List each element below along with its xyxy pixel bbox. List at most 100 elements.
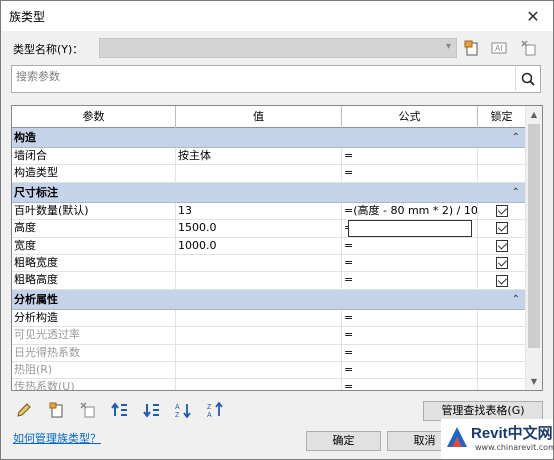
delete-type-icon[interactable] xyxy=(519,38,539,58)
parameter-row[interactable]: 传热系数(U) = xyxy=(12,379,526,390)
parameter-value[interactable] xyxy=(176,344,342,361)
grid-body: 构造 ⌃ 墙闭合 按主体 = 构造类型 = 尺寸标注 ⌃ 百叶数量(默认) 13 =(高度 - 80 … xyxy=(12,128,526,390)
parameter-formula[interactable]: = xyxy=(342,148,478,165)
new-parameter-icon[interactable] xyxy=(45,399,67,421)
lock-checkbox[interactable] xyxy=(495,239,508,252)
group-header[interactable]: 分析属性 ⌃ xyxy=(12,289,526,310)
rename-type-icon[interactable]: AI xyxy=(489,38,509,58)
collapse-chevron-icon[interactable]: ⌃ xyxy=(512,183,520,202)
svg-text:A: A xyxy=(175,404,180,411)
svg-text:Z: Z xyxy=(175,412,180,418)
parameter-name: 分析构造 xyxy=(12,309,176,327)
parameter-row[interactable]: 日光得热系数 = xyxy=(12,344,526,362)
parameter-formula[interactable]: = xyxy=(342,165,478,182)
svg-text:A: A xyxy=(207,412,212,418)
collapse-chevron-icon[interactable]: ⌃ xyxy=(512,290,520,309)
group-header[interactable]: 构造 ⌃ xyxy=(12,128,526,148)
formula-text: = xyxy=(344,328,354,342)
move-down-icon[interactable] xyxy=(141,399,163,421)
sort-ascending-icon[interactable]: AZ xyxy=(173,399,195,421)
formula-text: = xyxy=(344,362,354,376)
svg-text:AI: AI xyxy=(495,44,503,53)
manage-lookup-tables-button[interactable]: 管理查找表格(G) xyxy=(423,401,543,421)
parameter-formula[interactable]: = xyxy=(342,309,478,327)
lock-cell xyxy=(478,254,526,272)
parameter-name: 粗略高度 xyxy=(12,272,176,289)
group-name: 尺寸标注 xyxy=(14,185,58,199)
parameter-value[interactable]: 按主体 xyxy=(176,148,342,165)
parameter-row[interactable]: 热阻(R) = xyxy=(12,361,526,380)
parameter-value[interactable] xyxy=(176,254,342,272)
lock-cell xyxy=(478,237,526,254)
formula-edit-field[interactable] xyxy=(348,220,472,237)
parameter-formula[interactable]: = xyxy=(342,220,478,237)
parameter-formula[interactable]: = xyxy=(342,344,478,361)
parameter-value[interactable] xyxy=(176,379,342,390)
scroll-up-icon[interactable]: ▲ xyxy=(526,106,542,123)
parameter-formula[interactable]: = xyxy=(342,361,478,379)
search-parameters-input[interactable]: 搜索参数 xyxy=(11,65,541,93)
vertical-scrollbar[interactable]: ▲ ▼ xyxy=(525,106,542,390)
watermark-brand: Revit中文网 xyxy=(471,425,553,442)
scroll-thumb[interactable] xyxy=(528,124,540,348)
parameter-formula[interactable]: = xyxy=(342,379,478,390)
parameter-value[interactable] xyxy=(176,361,342,379)
lock-checkbox[interactable] xyxy=(495,257,508,270)
parameter-value[interactable]: 1000.0 xyxy=(176,237,342,254)
edit-parameter-icon[interactable] xyxy=(13,399,35,421)
parameter-row[interactable]: 构造类型 = xyxy=(12,165,526,183)
lock-cell xyxy=(478,379,526,390)
parameter-formula[interactable]: = xyxy=(342,254,478,272)
parameter-row[interactable]: 百叶数量(默认) 13 =(高度 - 80 mm * 2) / 100 xyxy=(12,202,526,221)
new-type-icon[interactable] xyxy=(461,38,481,58)
header-parameter[interactable]: 参数 xyxy=(12,106,176,128)
formula-text: = xyxy=(344,273,354,287)
parameter-name: 高度 xyxy=(12,220,176,237)
parameter-row[interactable]: 可见光透过率 = xyxy=(12,327,526,345)
collapse-chevron-icon[interactable]: ⌃ xyxy=(512,128,520,147)
scroll-down-icon[interactable]: ▼ xyxy=(526,373,542,390)
dialog-title: 族类型 xyxy=(9,9,46,24)
watermark-site: www.chinarevit.com xyxy=(475,443,554,452)
sort-descending-icon[interactable]: ZA xyxy=(205,399,227,421)
group-name: 构造 xyxy=(14,131,36,144)
move-up-icon[interactable] xyxy=(109,399,131,421)
header-formula[interactable]: 公式 xyxy=(342,106,478,128)
parameter-row[interactable]: 分析构造 = xyxy=(12,309,526,328)
parameter-row[interactable]: 粗略宽度 = xyxy=(12,254,526,273)
lock-cell xyxy=(478,327,526,344)
lock-cell xyxy=(478,148,526,165)
lock-cell xyxy=(478,309,526,327)
parameter-row[interactable]: 粗略高度 = xyxy=(12,272,526,290)
delete-parameter-icon[interactable] xyxy=(77,399,99,421)
parameter-value[interactable]: 1500.0 xyxy=(176,220,342,237)
header-value[interactable]: 值 xyxy=(176,106,342,128)
parameter-value[interactable] xyxy=(176,165,342,182)
parameter-row[interactable]: 高度1500.0= xyxy=(12,220,526,238)
parameter-value[interactable]: 13 xyxy=(176,202,342,220)
lock-checkbox[interactable] xyxy=(495,274,508,287)
lock-checkbox[interactable] xyxy=(495,222,508,235)
parameter-formula[interactable]: = xyxy=(342,237,478,254)
parameter-toolbar: AZ ZA xyxy=(13,399,227,421)
parameter-value[interactable] xyxy=(176,327,342,344)
type-name-dropdown[interactable]: ▾ xyxy=(99,38,457,58)
parameter-value[interactable] xyxy=(176,309,342,327)
lock-cell xyxy=(478,220,526,237)
parameter-row[interactable]: 墙闭合 按主体 = xyxy=(12,148,526,166)
parameter-name: 宽度 xyxy=(12,237,176,254)
close-icon[interactable]: ✕ xyxy=(513,1,553,31)
lock-cell xyxy=(478,361,526,379)
ok-button[interactable]: 确定 xyxy=(306,431,381,451)
parameter-formula[interactable]: = xyxy=(342,327,478,344)
lock-checkbox[interactable] xyxy=(495,204,508,217)
search-icon[interactable] xyxy=(515,67,539,91)
parameter-row[interactable]: 宽度 1000.0 = xyxy=(12,237,526,255)
header-lock[interactable]: 锁定 xyxy=(478,106,526,128)
parameter-formula[interactable]: = xyxy=(342,272,478,289)
parameter-value[interactable] xyxy=(176,272,342,289)
parameter-formula[interactable]: =(高度 - 80 mm * 2) / 100 xyxy=(342,202,478,220)
group-header[interactable]: 尺寸标注 ⌃ xyxy=(12,182,526,203)
parameter-name: 可见光透过率 xyxy=(12,327,176,344)
help-link[interactable]: 如何管理族类型？ xyxy=(13,430,101,446)
